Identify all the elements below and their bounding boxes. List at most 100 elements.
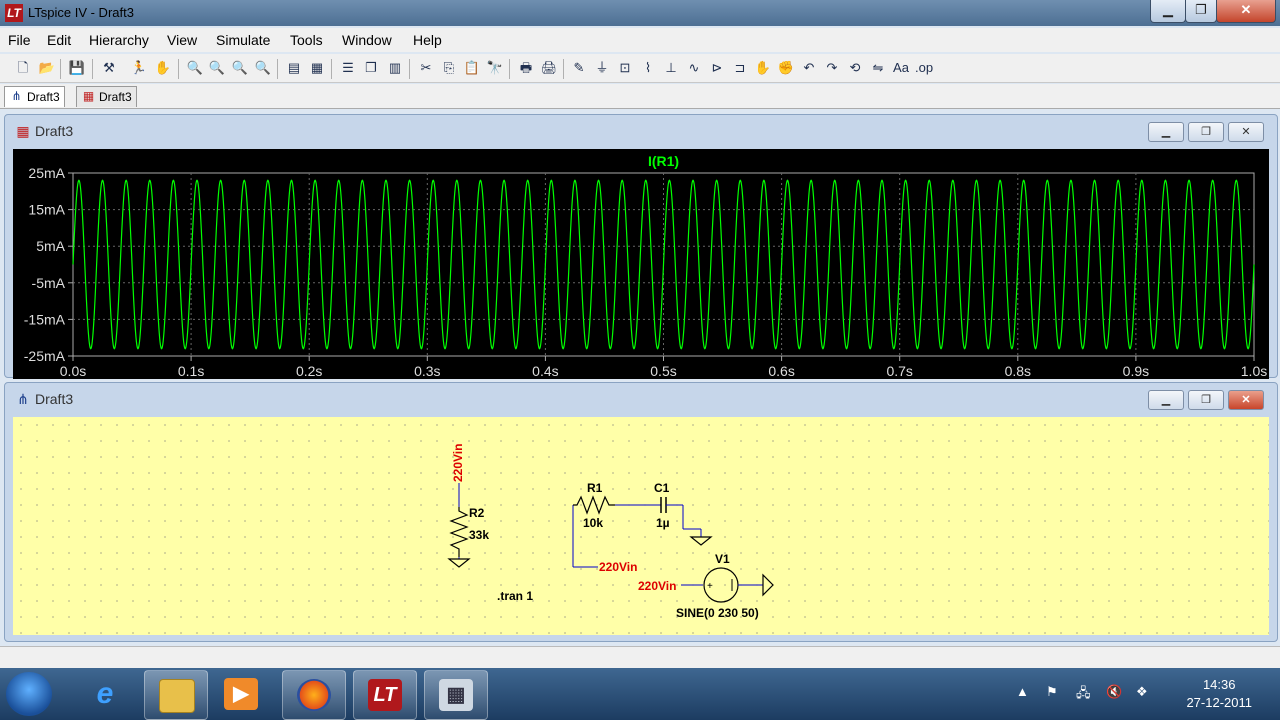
menu-window[interactable]: Window xyxy=(342,32,392,48)
maximize-button[interactable]: ❐ xyxy=(1185,0,1217,23)
y-tick-label: 25mA xyxy=(28,165,65,181)
menu-help[interactable]: Help xyxy=(413,32,442,48)
menu-tools[interactable]: Tools xyxy=(290,32,323,48)
menu-edit[interactable]: Edit xyxy=(47,32,71,48)
schematic-canvas[interactable]: 220Vin R2 33k R1 10k C1 1µ 220Vin V1 220… xyxy=(13,417,1269,635)
schematic-drawing[interactable]: 220Vin R2 33k R1 10k C1 1µ 220Vin V1 220… xyxy=(13,417,1269,635)
control-panel-icon[interactable]: ⚒ xyxy=(100,59,118,77)
window-title: LTspice IV - Draft3 xyxy=(28,5,134,20)
ground-symbol[interactable] xyxy=(447,558,471,568)
ground-icon[interactable]: ⏚ xyxy=(593,59,611,77)
v1-value: SINE(0 230 50) xyxy=(676,606,759,620)
net-label-mid: 220Vin xyxy=(599,560,637,574)
tile-vertical-icon[interactable]: ▥ xyxy=(386,59,404,77)
cut-icon[interactable]: ✂ xyxy=(417,59,435,77)
ground-symbol[interactable] xyxy=(762,573,774,597)
x-tick-label: 0.7s xyxy=(886,363,912,379)
tab-waveform[interactable]: ▦ Draft3 xyxy=(76,86,137,107)
net-label-top: 220Vin xyxy=(451,444,465,482)
resistor-r2[interactable] xyxy=(449,507,469,557)
ground-symbol[interactable] xyxy=(689,536,713,546)
copy-icon[interactable]: ⎘ xyxy=(440,59,458,77)
move-icon[interactable]: ✋ xyxy=(754,59,772,77)
close-button[interactable]: ✕ xyxy=(1216,0,1276,23)
drag-icon[interactable]: ✊ xyxy=(777,59,795,77)
spice-directive[interactable]: .tran 1 xyxy=(497,589,533,603)
rotate-icon[interactable]: ⟲ xyxy=(846,59,864,77)
tile-horizontal-icon[interactable]: ☰ xyxy=(339,59,357,77)
tab-label: Draft3 xyxy=(99,90,132,104)
waveform-chart[interactable]: I(R1) 0.0s 0.1s 0.2s 0.3s 0.4s 0.5s 0.6s 0.7s 0.8… xyxy=(13,149,1269,379)
toolbar-separator xyxy=(563,59,564,79)
taskbar-app-media[interactable]: ▶ xyxy=(210,670,272,718)
mirror-icon[interactable]: ⇋ xyxy=(869,59,887,77)
y-tick-label: 15mA xyxy=(28,202,65,218)
cascade-icon[interactable]: ❐ xyxy=(362,59,380,77)
clock-time: 14:36 xyxy=(1202,677,1236,692)
taskbar: e ▶ LT ▦ ▲ ⚑ 🖧 🔇 ❖ 14:36 27-12-2011 xyxy=(0,668,1280,720)
x-tick-label: 0.8s xyxy=(1005,363,1031,379)
diode-icon[interactable]: ⊳ xyxy=(708,59,726,77)
zoom-fit-icon[interactable]: 🔍 xyxy=(254,59,272,77)
print-preview-icon[interactable]: 🖶 xyxy=(517,59,535,77)
waveform-restore-button[interactable]: ❐ xyxy=(1188,122,1224,142)
pan-icon[interactable]: 🔍 xyxy=(208,59,226,77)
spice-directive-icon[interactable]: .op xyxy=(915,59,933,77)
x-tick-label: 0.1s xyxy=(178,363,204,379)
menu-simulate[interactable]: Simulate xyxy=(216,32,270,48)
tab-schematic[interactable]: ⋔ Draft3 xyxy=(4,86,65,107)
waveform-close-button[interactable]: ✕ xyxy=(1228,122,1264,142)
menu-view[interactable]: View xyxy=(167,32,197,48)
taskbar-app-ltspice[interactable]: LT xyxy=(353,670,417,720)
schematic-restore-button[interactable]: ❐ xyxy=(1188,390,1224,410)
schematic-minimize-button[interactable]: ▁ xyxy=(1148,390,1184,410)
c1-name: C1 xyxy=(654,481,670,495)
paste-icon[interactable]: 📋 xyxy=(463,59,481,77)
taskbar-app-firefox[interactable] xyxy=(282,670,346,720)
taskbar-app-explorer[interactable] xyxy=(144,670,208,720)
undo-icon[interactable]: ↶ xyxy=(800,59,818,77)
start-button[interactable] xyxy=(6,672,52,716)
waveform-plot[interactable]: I(R1) 0.0s 0.1s 0.2s 0.3s 0.4s 0.5s 0.6s 0.7s 0.8… xyxy=(13,149,1269,379)
resistor-r1[interactable] xyxy=(573,495,615,515)
toolbar-separator xyxy=(60,59,61,79)
halt-icon[interactable]: ✋ xyxy=(154,59,172,77)
save-icon[interactable]: 💾 xyxy=(68,59,86,77)
waveform-minimize-button[interactable]: ▁ xyxy=(1148,122,1184,142)
network-icon[interactable]: 🖧 xyxy=(1076,684,1091,706)
schematic-close-button[interactable]: ✕ xyxy=(1228,390,1264,410)
new-schematic-icon[interactable]: 🗋 xyxy=(14,59,32,77)
open-icon[interactable]: 📂 xyxy=(38,59,56,77)
capacitor-icon[interactable]: ⊥ xyxy=(662,59,680,77)
action-center-flag-icon[interactable]: ⚑ xyxy=(1046,684,1058,700)
find-icon[interactable]: 🔭 xyxy=(486,59,504,77)
dropbox-icon[interactable]: ❖ xyxy=(1136,684,1148,700)
trace-label[interactable]: I(R1) xyxy=(648,153,679,169)
zoom-out-icon[interactable]: 🔍 xyxy=(231,59,249,77)
run-icon[interactable]: 🏃 xyxy=(130,59,148,77)
zoom-in-icon[interactable]: 🔍 xyxy=(186,59,204,77)
menu-hierarchy[interactable]: Hierarchy xyxy=(89,32,149,48)
clock[interactable]: 14:36 27-12-2011 xyxy=(1186,676,1252,712)
resistor-icon[interactable]: ⌇ xyxy=(639,59,657,77)
media-player-icon: ▶ xyxy=(224,678,258,710)
inductor-icon[interactable]: ∿ xyxy=(685,59,703,77)
taskbar-app-internet-explorer[interactable]: e xyxy=(74,670,136,718)
draw-wire-icon[interactable]: ✎ xyxy=(570,59,588,77)
taskbar-app-calculator[interactable]: ▦ xyxy=(424,670,488,720)
menu-file[interactable]: File xyxy=(8,32,31,48)
text-icon[interactable]: Aa xyxy=(892,59,910,77)
component-icon[interactable]: ⊐ xyxy=(731,59,749,77)
minimize-button[interactable]: ▁ xyxy=(1150,0,1186,23)
ltspice-logo-icon[interactable]: LT xyxy=(5,4,23,22)
redo-icon[interactable]: ↷ xyxy=(823,59,841,77)
show-hidden-icons[interactable]: ▲ xyxy=(1016,684,1029,699)
ltspice-icon: LT xyxy=(368,679,402,711)
autorange-icon[interactable]: ▤ xyxy=(285,59,303,77)
print-icon[interactable]: 🖨 xyxy=(540,59,558,77)
label-net-icon[interactable]: ⊡ xyxy=(616,59,634,77)
plot-settings-icon[interactable]: ▦ xyxy=(308,59,326,77)
volume-muted-icon[interactable]: 🔇 xyxy=(1106,684,1122,700)
toolbar: 🗋 📂 💾 ⚒ 🏃 ✋ 🔍 🔍 🔍 🔍 ▤ ▦ ☰ ❐ ▥ ✂ ⎘ 📋 🔭 🖶 … xyxy=(0,54,1280,83)
waveform-icon: ▦ xyxy=(16,123,30,139)
